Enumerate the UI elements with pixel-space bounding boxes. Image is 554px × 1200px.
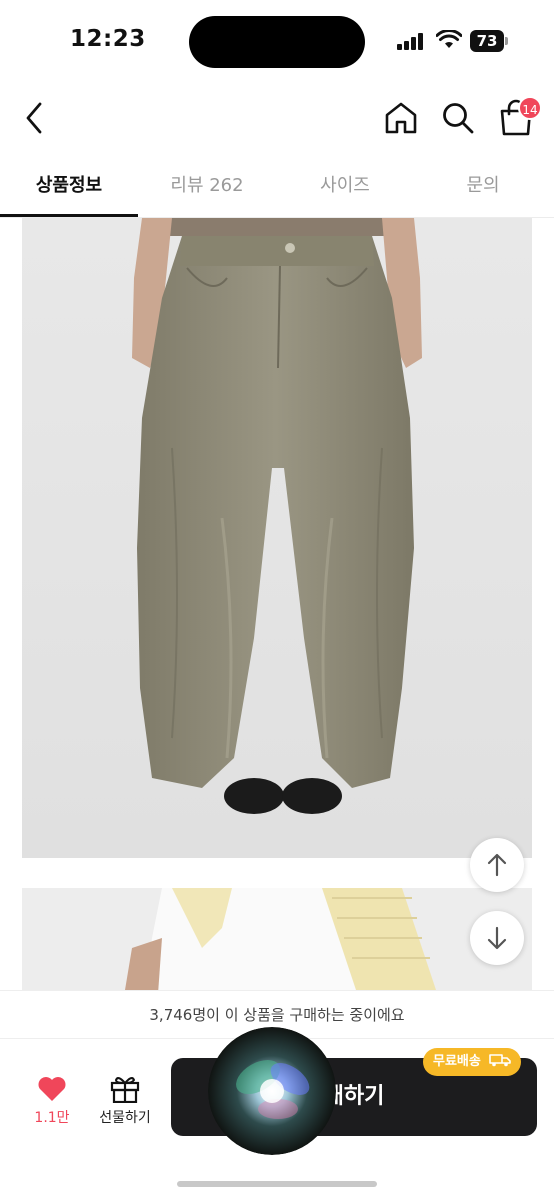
home-icon[interactable]	[383, 100, 419, 136]
tab-size[interactable]: 사이즈	[276, 160, 414, 218]
battery-icon: 73	[470, 30, 508, 52]
tab-inquiry[interactable]: 문의	[414, 160, 552, 218]
tab-product-info[interactable]: 상품정보	[0, 160, 138, 218]
scroll-to-bottom-button[interactable]	[470, 911, 524, 965]
search-icon[interactable]	[440, 100, 476, 136]
gift-icon	[110, 1077, 140, 1104]
product-detail-page: 12:23 73 14 상품정보 리뷰 262 사이즈 문의 3,746명이 이…	[0, 0, 554, 1200]
active-tab-indicator	[0, 214, 138, 217]
pants-photo	[22, 218, 532, 858]
heart-icon	[38, 1077, 66, 1101]
signal-icon	[397, 33, 427, 50]
gift-button[interactable]: 선물하기	[90, 1073, 160, 1133]
like-button[interactable]: 1.1만	[26, 1073, 78, 1133]
dynamic-island	[189, 16, 365, 68]
cart-count-badge: 14	[518, 96, 542, 120]
free-shipping-label: 무료배송	[433, 1054, 481, 1069]
scroll-to-top-button[interactable]	[470, 838, 524, 892]
siri-orb	[208, 1027, 336, 1155]
status-bar: 12:23 73	[0, 0, 554, 84]
siri-icon	[208, 1027, 336, 1155]
like-count: 1.1만	[34, 1110, 70, 1126]
top-navigation	[0, 84, 554, 150]
gift-label: 선물하기	[99, 1110, 151, 1126]
back-arrow-icon[interactable]	[20, 98, 52, 138]
product-tabs: 상품정보 리뷰 262 사이즈 문의	[0, 160, 554, 218]
status-time: 12:23	[70, 26, 146, 52]
wifi-icon	[436, 30, 462, 48]
arrow-up-icon	[487, 853, 507, 877]
truck-icon	[489, 1054, 512, 1067]
product-image	[22, 218, 532, 858]
home-indicator	[177, 1181, 377, 1187]
free-shipping-badge: 무료배송	[423, 1048, 522, 1076]
tab-reviews[interactable]: 리뷰 262	[138, 160, 276, 218]
arrow-down-icon	[487, 926, 507, 950]
battery-level: 73	[476, 32, 498, 50]
